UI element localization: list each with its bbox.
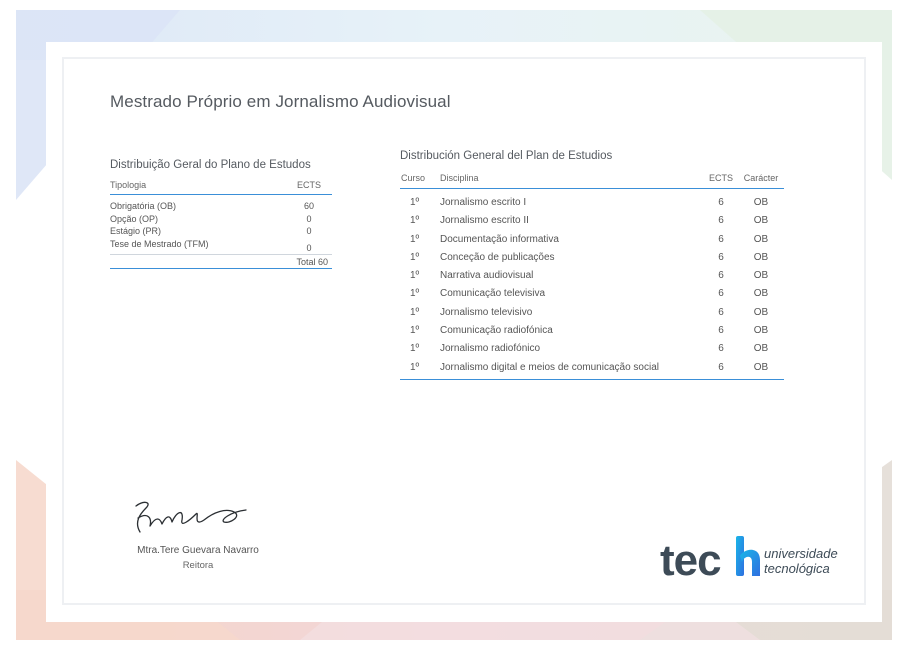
header-tipologia: Tipologia	[110, 180, 147, 190]
row-curso: 1º	[410, 343, 420, 355]
row-disciplina: Jornalismo digital e meios de comunicaçã…	[440, 361, 659, 373]
row-tipologia: Tese de Mestrado (TFM)	[110, 238, 209, 249]
signatory-role: Reitora	[182, 560, 214, 571]
row-disciplina: Comunicação radiofónica	[440, 325, 553, 337]
row-disciplina: Documentação informativa	[440, 233, 559, 245]
table-row: 1º Jornalismo digital e meios de comunic…	[400, 359, 784, 377]
table-row: Estágio (PR) 0	[110, 225, 332, 238]
row-ects: 6	[718, 343, 724, 355]
row-ects: 6	[718, 325, 724, 337]
table-header: Curso Disciplina ECTS Carácter	[400, 173, 784, 189]
tech-logo-icon: tec	[660, 536, 760, 585]
row-disciplina: Conceção de publicações	[440, 251, 555, 263]
study-plan-title: Distribución General del Plan de Estudio…	[400, 150, 613, 162]
header-curso: Curso	[401, 173, 426, 183]
row-curso: 1º	[410, 251, 420, 263]
row-caracter: OB	[753, 233, 769, 245]
table-row: 1º Conceção de publicações 6 OB	[400, 249, 784, 267]
row-ects: 6	[718, 270, 724, 282]
row-tipologia: Obrigatória (OB)	[110, 201, 177, 211]
signatory-name: Mtra.Tere Guevara Navarro	[137, 545, 259, 556]
row-ects: 6	[718, 233, 724, 245]
row-caracter: OB	[753, 361, 769, 373]
row-ects: 0	[306, 226, 312, 236]
row-disciplina: Jornalismo escrito II	[440, 215, 529, 227]
row-disciplina: Jornalismo escrito I	[440, 197, 527, 208]
row-tipologia: Estágio (PR)	[110, 226, 162, 236]
table-row: Tese de Mestrado (TFM) 0	[110, 238, 332, 253]
header-caracter: Carácter	[743, 173, 779, 183]
table-row: 1º Jornalismo televisivo 6 OB	[400, 304, 784, 322]
header-disciplina: Disciplina	[440, 173, 479, 183]
table-row: 1º Comunicação radiofónica 6 OB	[400, 322, 784, 340]
row-curso: 1º	[410, 325, 420, 337]
row-caracter: OB	[753, 251, 769, 263]
row-curso: 1º	[410, 306, 420, 318]
row-curso: 1º	[410, 361, 420, 373]
row-caracter: OB	[753, 215, 769, 227]
table-row: Obrigatória (OB) 60	[110, 200, 332, 213]
row-caracter: OB	[753, 288, 769, 300]
row-caracter: OB	[753, 270, 769, 282]
page-title: Mestrado Próprio em Jornalismo Audiovisu…	[110, 92, 451, 111]
row-ects: 6	[718, 251, 724, 263]
row-disciplina: Comunicação televisiva	[440, 288, 546, 300]
table-row: 1º Narrativa audiovisual 6 OB	[400, 267, 784, 285]
table-row: 1º Comunicação televisiva 6 OB	[400, 285, 784, 303]
logo-tagline: universidade tecnológica	[764, 546, 838, 576]
row-curso: 1º	[410, 215, 420, 227]
row-disciplina: Jornalismo radiofónico	[440, 343, 541, 355]
study-plan-table: Distribución General del Plan de Estudio…	[400, 150, 784, 380]
logo-wordmark: tec	[660, 536, 721, 585]
row-ects: 60	[303, 201, 314, 211]
row-ects: 6	[718, 288, 724, 300]
row-curso: 1º	[410, 197, 420, 208]
row-caracter: OB	[753, 197, 769, 208]
row-curso: 1º	[410, 270, 420, 282]
row-caracter: OB	[753, 325, 769, 337]
row-disciplina: Jornalismo televisivo	[440, 306, 533, 318]
row-curso: 1º	[410, 288, 420, 300]
signature-icon	[135, 501, 247, 533]
row-ects: 0	[306, 242, 312, 253]
row-caracter: OB	[753, 343, 769, 355]
logo-tagline-1: universidade	[764, 546, 838, 561]
table-total: Total 60	[110, 254, 332, 269]
general-distribution-title: Distribuição Geral do Plano de Estudos	[110, 159, 311, 171]
row-ects: 6	[718, 215, 724, 227]
header-ects: ECTS	[296, 180, 321, 190]
row-ects: 0	[306, 213, 312, 224]
row-tipologia: Opção (OP)	[110, 213, 159, 224]
tech-logo: tec universidade tecnológica	[660, 530, 860, 586]
table-row: 1º Jornalismo radiofónico 6 OB	[400, 340, 784, 358]
header-ects: ECTS	[708, 173, 733, 183]
table-row: 1º Documentação informativa 6 OB	[400, 231, 784, 249]
table-header: Tipologia ECTS	[110, 180, 332, 195]
general-distribution-table: Distribuição Geral do Plano de Estudos T…	[110, 159, 332, 269]
table-row: 1º Jornalismo escrito I 6 OB	[400, 194, 784, 212]
row-disciplina: Narrativa audiovisual	[440, 270, 534, 282]
table-row: Opção (OP) 0	[110, 213, 332, 226]
row-ects: 6	[718, 197, 724, 208]
row-caracter: OB	[753, 306, 769, 318]
table-row: 1º Jornalismo escrito II 6 OB	[400, 212, 784, 230]
row-ects: 6	[718, 306, 724, 318]
row-ects: 6	[718, 361, 724, 373]
row-curso: 1º	[410, 233, 420, 245]
logo-tagline-2: tecnológica	[764, 561, 830, 576]
